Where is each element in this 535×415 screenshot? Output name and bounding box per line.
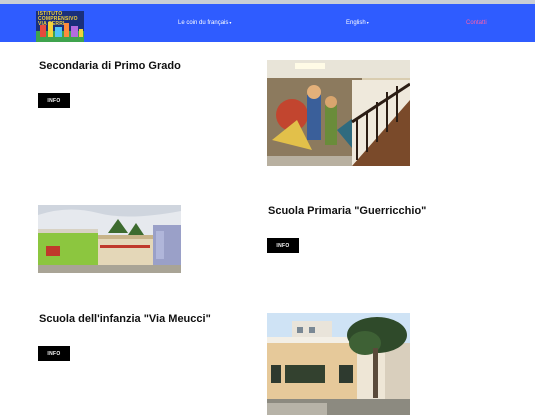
school-logo[interactable]: ISTITUTO COMPRENSIVO VIA PERRI bbox=[36, 11, 84, 42]
secondary-school-stairwell-photo bbox=[267, 60, 410, 166]
kindergarten-building-photo bbox=[267, 313, 410, 415]
info-button-kindergarten[interactable]: INFO bbox=[38, 346, 70, 361]
section-title-primary-school: Scuola Primaria "Guerricchio" bbox=[268, 205, 427, 217]
nav-french-label: Le coin du français bbox=[178, 20, 229, 26]
nav-english-label: English bbox=[346, 20, 366, 26]
top-navbar: ISTITUTO COMPRENSIVO VIA PERRI Le coin d… bbox=[0, 4, 535, 42]
logo-text: ISTITUTO COMPRENSIVO VIA PERRI bbox=[38, 12, 82, 27]
nav-contacts[interactable]: Contatti bbox=[466, 20, 487, 26]
primary-school-building-photo bbox=[38, 205, 181, 273]
section-title-kindergarten: Scuola dell'infanzia "Via Meucci" bbox=[39, 313, 211, 325]
chevron-down-icon: ▾ bbox=[229, 20, 232, 25]
nav-contacts-label: Contatti bbox=[466, 20, 487, 26]
logo-line-3: VIA PERRI bbox=[38, 21, 65, 27]
nav-french-corner[interactable]: Le coin du français▾ bbox=[178, 20, 231, 26]
section-title-secondary-school: Secondaria di Primo Grado bbox=[39, 60, 181, 72]
nav-english[interactable]: English▾ bbox=[346, 20, 369, 26]
info-button-primary-school[interactable]: INFO bbox=[267, 238, 299, 253]
chevron-down-icon: ▾ bbox=[366, 20, 369, 25]
info-button-secondary-school[interactable]: INFO bbox=[38, 93, 70, 108]
